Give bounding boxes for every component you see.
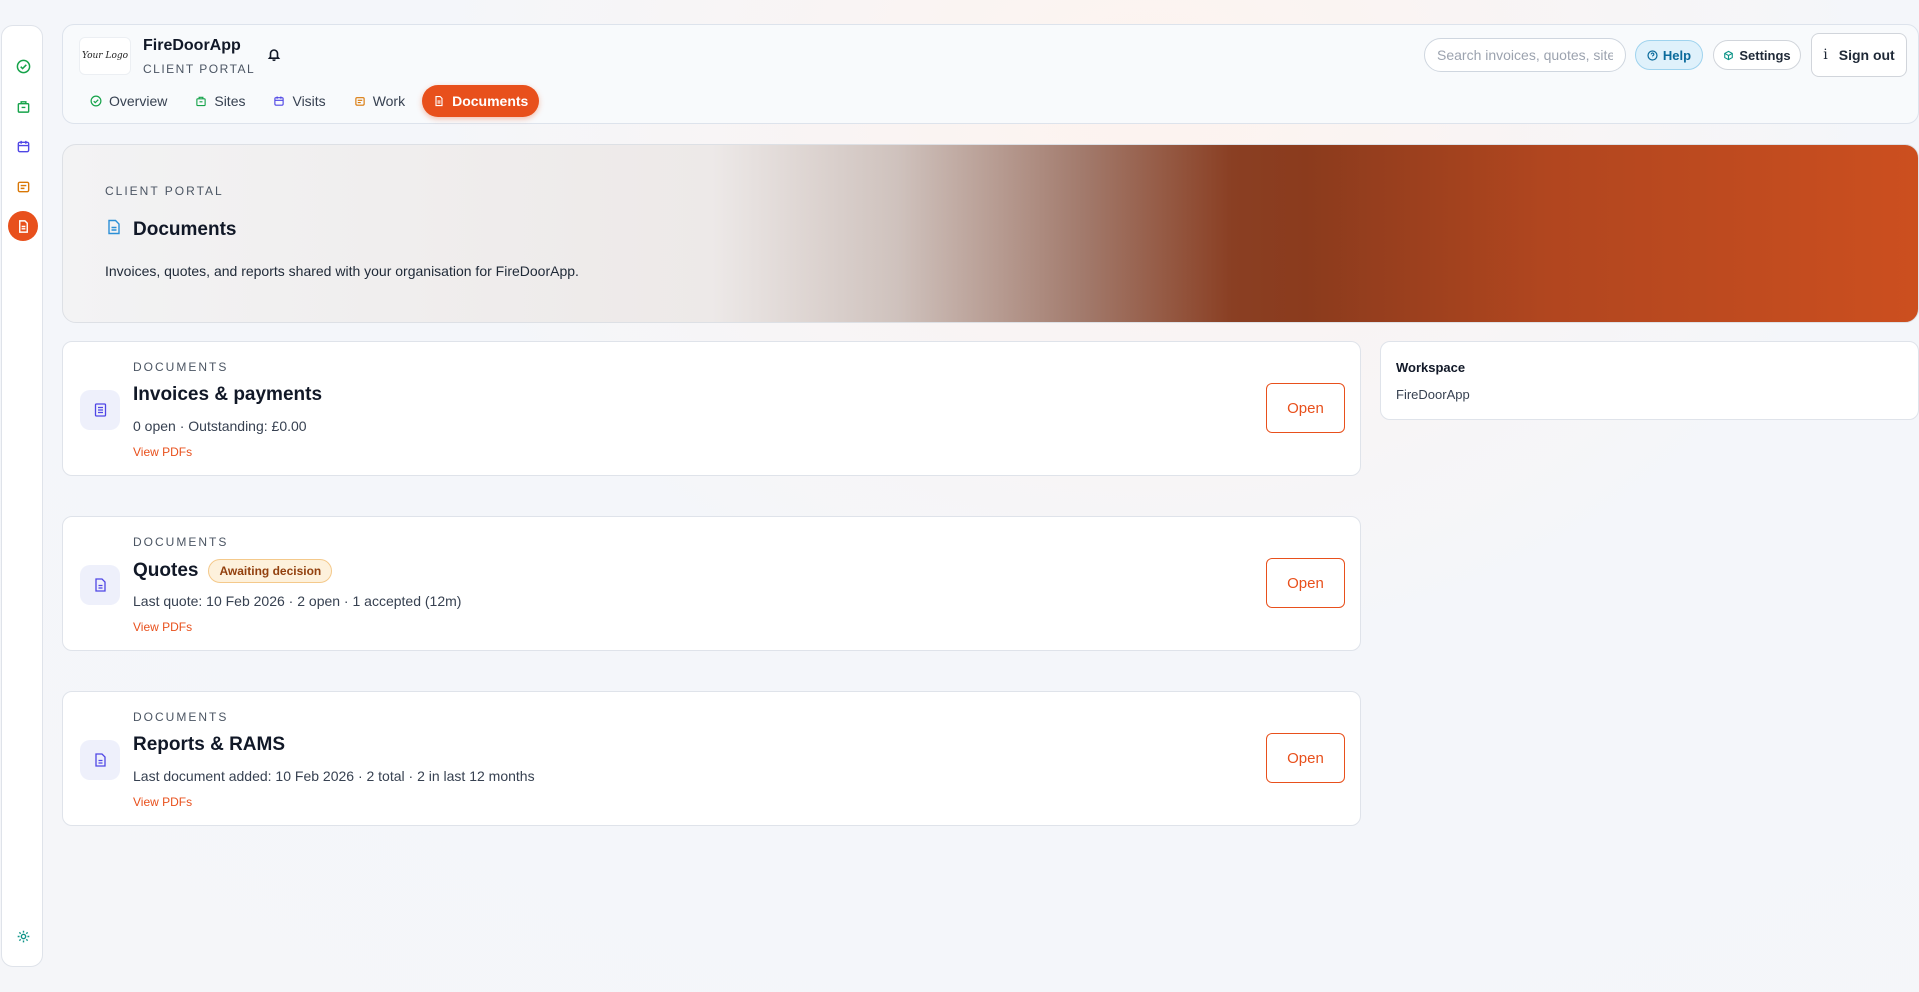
tab-visits[interactable]: Visits bbox=[262, 85, 336, 117]
check-circle-icon bbox=[16, 59, 30, 73]
building-icon bbox=[196, 96, 207, 107]
workspace-label: Workspace bbox=[1396, 360, 1466, 375]
notification-bell-icon[interactable] bbox=[266, 46, 282, 62]
tab-sites[interactable]: Sites bbox=[184, 85, 256, 117]
search-input[interactable] bbox=[1424, 38, 1626, 72]
main-tabs: Overview Sites Visits Work Documents bbox=[79, 85, 545, 117]
card-title: Invoices & payments bbox=[133, 384, 323, 405]
open-button[interactable]: Open bbox=[1266, 558, 1345, 608]
card-eyebrow: DOCUMENTS bbox=[133, 360, 229, 374]
clipboard-icon bbox=[17, 181, 29, 192]
settings-button[interactable]: Settings bbox=[1713, 40, 1801, 70]
card-eyebrow: DOCUMENTS bbox=[133, 710, 229, 724]
card-summary: 0 open · Outstanding: £0.00 bbox=[133, 418, 307, 434]
help-button[interactable]: Help bbox=[1635, 40, 1703, 70]
card-icon-box bbox=[80, 390, 120, 430]
tab-label: Work bbox=[372, 93, 406, 109]
help-label: Help bbox=[1662, 47, 1692, 63]
card-summary: Last document added: 10 Feb 2026 · 2 tot… bbox=[133, 768, 535, 784]
rail-visits-button[interactable] bbox=[8, 131, 38, 161]
page-description: Invoices, quotes, and reports shared wit… bbox=[105, 263, 579, 279]
view-pdfs-link[interactable]: View PDFs bbox=[133, 620, 192, 634]
brand-subtitle: CLIENT PORTAL bbox=[143, 62, 256, 76]
document-text-icon bbox=[94, 753, 106, 767]
open-button[interactable]: Open bbox=[1266, 383, 1345, 433]
open-button[interactable]: Open bbox=[1266, 733, 1345, 783]
side-rail bbox=[1, 25, 43, 967]
sign-out-label: Sign out bbox=[1838, 47, 1895, 63]
info-icon: i bbox=[1823, 47, 1828, 63]
quotes-card: DOCUMENTS Quotes Awaiting decision Last … bbox=[62, 516, 1361, 651]
calendar-icon bbox=[274, 96, 285, 106]
settings-box-icon bbox=[1724, 50, 1734, 60]
page-title: Documents bbox=[133, 219, 237, 240]
rail-documents-button[interactable] bbox=[8, 211, 38, 241]
settings-label: Settings bbox=[1739, 47, 1791, 63]
view-pdfs-link[interactable]: View PDFs bbox=[133, 795, 192, 809]
brand-logo: Your Logo bbox=[79, 37, 131, 75]
hero-eyebrow: CLIENT PORTAL bbox=[105, 184, 224, 198]
document-icon bbox=[18, 219, 28, 233]
rail-sites-button[interactable] bbox=[8, 91, 38, 121]
tab-label: Overview bbox=[109, 93, 168, 109]
view-pdfs-link[interactable]: View PDFs bbox=[133, 445, 192, 459]
tab-label: Sites bbox=[214, 93, 246, 109]
calendar-icon bbox=[17, 140, 29, 152]
tab-work[interactable]: Work bbox=[343, 85, 416, 117]
building-icon bbox=[17, 100, 29, 113]
tab-documents[interactable]: Documents bbox=[422, 85, 540, 117]
check-circle-icon bbox=[90, 95, 102, 107]
page-hero: CLIENT PORTAL Documents Invoices, quotes… bbox=[62, 144, 1919, 323]
document-icon bbox=[108, 219, 120, 235]
document-icon bbox=[94, 578, 106, 592]
card-icon-box bbox=[80, 565, 120, 605]
workspace-value: FireDoorApp bbox=[1396, 387, 1470, 402]
reports-card: DOCUMENTS Reports & RAMS Last document a… bbox=[62, 691, 1361, 826]
help-circle-icon bbox=[1647, 49, 1658, 61]
brand-name: FireDoorApp bbox=[143, 37, 241, 54]
card-eyebrow: DOCUMENTS bbox=[133, 535, 229, 549]
tab-label: Visits bbox=[292, 93, 326, 109]
rail-settings-button[interactable] bbox=[8, 921, 38, 951]
clipboard-icon bbox=[355, 97, 365, 106]
card-title: Reports & RAMS bbox=[133, 734, 286, 755]
workspace-panel: Workspace FireDoorApp bbox=[1380, 341, 1919, 420]
receipt-icon bbox=[94, 403, 106, 417]
sign-out-button[interactable]: i Sign out bbox=[1811, 33, 1907, 77]
card-title: Quotes bbox=[133, 560, 199, 581]
top-header: Your Logo FireDoorApp CLIENT PORTAL Over… bbox=[62, 24, 1919, 124]
tab-overview[interactable]: Overview bbox=[79, 85, 178, 117]
card-title-row: Invoices & payments bbox=[133, 384, 322, 406]
status-badge: Awaiting decision bbox=[208, 559, 333, 583]
rail-work-button[interactable] bbox=[8, 171, 38, 201]
invoices-card: DOCUMENTS Invoices & payments 0 open · O… bbox=[62, 341, 1361, 476]
settings-gear-icon bbox=[17, 930, 29, 942]
card-icon-box bbox=[80, 740, 120, 780]
tab-label: Documents bbox=[452, 93, 529, 109]
rail-overview-button[interactable] bbox=[8, 51, 38, 81]
card-title-row: Reports & RAMS bbox=[133, 734, 285, 756]
card-title-row: Quotes Awaiting decision bbox=[133, 559, 333, 583]
card-summary: Last quote: 10 Feb 2026 · 2 open · 1 acc… bbox=[133, 593, 462, 609]
document-icon bbox=[435, 95, 443, 107]
